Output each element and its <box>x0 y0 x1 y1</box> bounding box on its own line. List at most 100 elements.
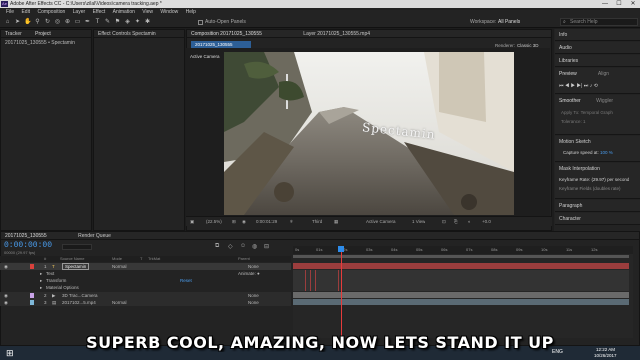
tab-preview[interactable]: Preview <box>559 71 577 77</box>
render-icon[interactable]: ⎘ <box>454 217 458 227</box>
comp-flowchart-icon[interactable]: ⧉ <box>215 243 219 250</box>
auto-open-checkbox[interactable] <box>198 20 203 25</box>
layer-parent[interactable]: None <box>248 292 259 299</box>
menu-help[interactable]: Help <box>186 9 196 15</box>
first-frame-icon[interactable]: ⏮ <box>559 83 564 89</box>
property-name[interactable]: Text <box>46 270 54 277</box>
layer-mode[interactable]: Normal <box>112 299 127 306</box>
menu-edit[interactable]: Edit <box>21 9 30 15</box>
tab-render-queue[interactable]: Render Queue <box>78 233 111 239</box>
keyframe-rate-value[interactable]: (29.97) <box>592 177 606 182</box>
rectangle-tool-icon[interactable]: ▭ <box>74 19 81 26</box>
mask-interpolation-title[interactable]: Mask Interpolation <box>559 166 600 172</box>
work-area-bar[interactable] <box>293 255 629 258</box>
track-bar-text-layer[interactable] <box>293 263 629 269</box>
prev-frame-icon[interactable]: ◀ <box>565 83 569 89</box>
capture-speed-value[interactable]: 100 % <box>600 150 613 155</box>
panel-paragraph[interactable]: Paragraph <box>555 200 640 212</box>
track-bar-footage[interactable] <box>293 299 629 305</box>
next-frame-icon[interactable]: ▶| <box>577 83 583 89</box>
playhead[interactable] <box>341 246 342 338</box>
menu-window[interactable]: Window <box>160 9 178 15</box>
home-icon[interactable]: ⌂ <box>4 19 11 26</box>
clone-tool-icon[interactable]: ⚑ <box>114 19 121 26</box>
layer-mode[interactable]: Normal <box>112 263 127 270</box>
layer-row[interactable]: ◉ 2 ▶ 3D Trac...Camera None <box>0 292 291 299</box>
hand-tool-icon[interactable]: ✋ <box>24 19 31 26</box>
toggle-icon[interactable]: ⊡ <box>442 217 446 227</box>
label-color[interactable] <box>30 293 34 298</box>
motion-sketch-title[interactable]: Motion Sketch <box>559 139 591 145</box>
zoom-select[interactable]: (22.5%) <box>206 217 222 227</box>
menu-view[interactable]: View <box>142 9 153 15</box>
mute-icon[interactable]: ♪ <box>590 83 593 89</box>
camera-tool-icon[interactable]: ◎ <box>54 19 61 26</box>
motion-blur-icon[interactable]: ◍ <box>252 243 257 250</box>
tab-project[interactable]: Project <box>35 31 51 37</box>
menu-file[interactable]: File <box>6 9 14 15</box>
visibility-icon[interactable]: ◉ <box>4 292 8 299</box>
layer-parent[interactable]: None <box>248 263 259 270</box>
property-value[interactable]: Animate: ● <box>238 270 260 277</box>
pen-tool-icon[interactable]: ✒ <box>84 19 91 26</box>
layer-name[interactable]: Spectamin <box>62 263 90 270</box>
resolution-select[interactable]: Third <box>312 217 322 227</box>
visibility-icon[interactable]: ◉ <box>4 263 8 270</box>
layer-property-row[interactable]: ▸ Material Options <box>0 284 291 291</box>
playhead-handle[interactable] <box>338 246 344 252</box>
track-bar-camera[interactable] <box>293 292 629 298</box>
selection-tool-icon[interactable]: ➤ <box>14 19 21 26</box>
type-tool-icon[interactable]: T <box>94 19 101 26</box>
panel-audio[interactable]: Audio <box>555 42 640 54</box>
track-property-area[interactable] <box>293 270 629 291</box>
fit-icon[interactable]: ⊞ <box>232 217 236 227</box>
timeline-tracks[interactable]: 0s 01s 02s 03s 04s 05s 06s 07s 08s 09s 1… <box>293 246 633 338</box>
property-value[interactable]: Reset <box>180 277 192 284</box>
video-frame[interactable]: Spectamin <box>224 52 514 215</box>
apply-to-select[interactable]: Temporal Graph <box>581 110 613 115</box>
menu-animation[interactable]: Animation <box>113 9 135 15</box>
layer-name[interactable]: 3D Trac...Camera <box>62 292 98 299</box>
always-preview-icon[interactable]: ▣ <box>190 217 194 227</box>
property-name[interactable]: Material Options <box>46 284 79 291</box>
effect-controls-tab[interactable]: Effect Controls Spectamin <box>94 30 184 38</box>
menu-layer[interactable]: Layer <box>73 9 86 15</box>
eraser-tool-icon[interactable]: ◈ <box>124 19 131 26</box>
tab-wiggler[interactable]: Wiggler <box>596 98 613 104</box>
tab-smoother[interactable]: Smoother <box>559 98 581 104</box>
minimize-button[interactable]: — <box>598 0 612 8</box>
expand-icon[interactable]: ▸ <box>40 270 42 277</box>
view-select[interactable]: 1 View <box>412 217 425 227</box>
last-frame-icon[interactable]: ⏭ <box>584 83 589 89</box>
time-ruler[interactable]: 0s 01s 02s 03s 04s 05s 06s 07s 08s 09s 1… <box>293 246 633 254</box>
tab-align[interactable]: Align <box>598 71 609 77</box>
timeline-search-input[interactable] <box>62 244 92 250</box>
comp-breadcrumb[interactable]: 20171025_130555 <box>191 41 251 48</box>
draft-3d-icon[interactable]: ◇ <box>228 243 233 250</box>
graph-editor-icon[interactable]: ⊟ <box>264 243 269 250</box>
tab-layer[interactable]: Layer 20171025_130555.mp4 <box>303 31 370 37</box>
expand-icon[interactable]: ▸ <box>40 284 42 291</box>
project-item[interactable]: 20171025_130555 • Spectamin <box>1 38 91 48</box>
col-source-name[interactable]: Source Name <box>60 256 84 262</box>
label-color[interactable] <box>30 300 34 305</box>
taskbar-date[interactable]: 10/26/2017 <box>594 353 617 358</box>
expand-icon[interactable]: ▸ <box>40 277 42 284</box>
brush-tool-icon[interactable]: ✎ <box>104 19 111 26</box>
exposure-value[interactable]: +0.0 <box>482 217 491 227</box>
panel-character[interactable]: Character <box>555 213 640 225</box>
loop-icon[interactable]: ⟲ <box>594 83 598 89</box>
roto-tool-icon[interactable]: ✦ <box>134 19 141 26</box>
exposure-icon[interactable]: ◐ <box>468 217 471 227</box>
menu-composition[interactable]: Composition <box>37 9 65 15</box>
tab-tracker[interactable]: Tracker <box>5 31 22 37</box>
pan-behind-tool-icon[interactable]: ⊕ <box>64 19 71 26</box>
region-icon[interactable]: ▦ <box>334 217 338 227</box>
keyframe-fields-label[interactable]: Keyframe Fields (doubles rate) <box>559 186 621 191</box>
camera-snap-icon[interactable]: ⌾ <box>290 217 293 227</box>
layer-name[interactable]: 2017102...5.mp4 <box>62 299 96 306</box>
label-color[interactable] <box>30 264 34 269</box>
tolerance-value[interactable]: 1 <box>583 119 586 124</box>
tab-composition[interactable]: Composition 20171025_130555 <box>191 31 262 37</box>
property-name[interactable]: Transform <box>46 277 66 284</box>
